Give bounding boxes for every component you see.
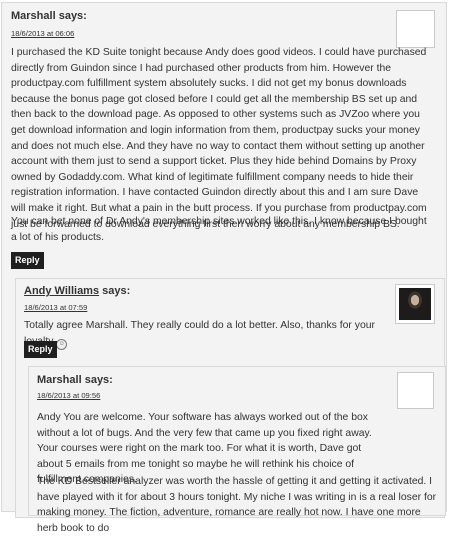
- comment-date-link[interactable]: 18/6/2013 at 09:56: [37, 391, 100, 400]
- comment-date-link[interactable]: 18/6/2013 at 06:06: [11, 29, 74, 38]
- comment-text-span: Totally agree Marshall. They really coul…: [24, 320, 375, 347]
- comment-date-link[interactable]: 18/6/2013 at 07:59: [24, 303, 87, 312]
- comment-marshall-2: Marshall says: 18/6/2013 at 09:56 Andy Y…: [28, 366, 446, 534]
- reply-button[interactable]: Reply: [11, 252, 44, 269]
- comment-author: Andy Williams says:: [24, 285, 130, 297]
- avatar-photo: [399, 288, 431, 320]
- author-name: Marshall: [11, 10, 56, 22]
- comment-text: The KD Bestseller analyzer was worth the…: [37, 476, 437, 534]
- comment-text: I purchased the KD Suite tonight because…: [11, 47, 427, 230]
- says-label: says:: [58, 10, 87, 22]
- comment-text: You can bet none of Dr Andy's membership…: [11, 216, 427, 243]
- avatar: [397, 372, 434, 409]
- comment-text: Totally agree Marshall. They really coul…: [24, 318, 404, 350]
- says-label: says:: [102, 285, 131, 297]
- author-name: Marshall: [37, 374, 82, 386]
- says-label: says:: [84, 374, 113, 386]
- smiley-icon: ☺: [56, 338, 68, 350]
- comment-author: Marshall says:: [37, 374, 113, 386]
- avatar: [396, 10, 435, 48]
- comment-author: Marshall says:: [11, 10, 87, 22]
- author-name-link[interactable]: Andy Williams: [24, 285, 99, 297]
- reply-button[interactable]: Reply: [24, 341, 57, 358]
